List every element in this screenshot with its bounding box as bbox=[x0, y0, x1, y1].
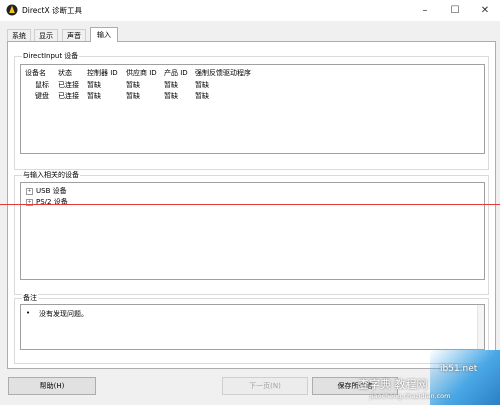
window-title: DirectX 诊断工具 bbox=[22, 6, 82, 15]
title-bar: DirectX 诊断工具 – ☐ ✕ bbox=[0, 0, 500, 21]
watermark-site: ib51.net bbox=[440, 364, 478, 374]
bullet-icon: • bbox=[26, 309, 31, 317]
tab-label: 声音 bbox=[67, 32, 81, 40]
minimize-button[interactable]: – bbox=[410, 0, 440, 21]
related-devices-tree[interactable]: + USB 设备 + PS/2 设备 bbox=[20, 182, 485, 280]
tree-item-label: USB 设备 bbox=[36, 187, 67, 195]
table-cell: 暂缺 bbox=[195, 81, 209, 89]
table-cell: 暂缺 bbox=[195, 92, 209, 100]
table-cell: 暂缺 bbox=[126, 92, 140, 100]
notes-scrollbar[interactable] bbox=[477, 305, 484, 349]
input-panel: DirectInput 设备 设备名 状态 控制器 ID 供应商 ID 产品 I… bbox=[7, 41, 496, 369]
tab-label: 显示 bbox=[39, 32, 53, 40]
table-cell: 暂缺 bbox=[164, 92, 178, 100]
expand-plus-icon[interactable]: + bbox=[26, 187, 33, 195]
directinput-group-label: DirectInput 设备 bbox=[22, 51, 80, 61]
table-cell: 暂缺 bbox=[87, 81, 101, 89]
table-cell: 已连接 bbox=[58, 92, 79, 100]
tab-input[interactable]: 输入 bbox=[90, 27, 118, 42]
table-cell: 暂缺 bbox=[87, 92, 101, 100]
table-cell: 键盘 bbox=[35, 92, 49, 100]
next-page-button[interactable]: 下一页(N) bbox=[222, 377, 308, 395]
help-button[interactable]: 帮助(H) bbox=[8, 377, 96, 395]
directinput-device-list[interactable]: 设备名 状态 控制器 ID 供应商 ID 产品 ID 强制反馈驱动程序 鼠标 已… bbox=[20, 64, 485, 154]
maximize-button[interactable]: ☐ bbox=[440, 0, 470, 21]
table-cell: 暂缺 bbox=[126, 81, 140, 89]
tree-item-usb[interactable]: + USB 设备 bbox=[26, 186, 67, 196]
watermark-brand: 查字典 教程网 bbox=[358, 378, 428, 391]
related-devices-group-label: 与输入相关的设备 bbox=[22, 170, 80, 180]
tab-label: 系统 bbox=[12, 32, 26, 40]
overlay-red-line bbox=[0, 204, 500, 205]
column-header-device-name[interactable]: 设备名 bbox=[25, 68, 46, 78]
column-header-status[interactable]: 状态 bbox=[58, 68, 72, 78]
directx-logo-icon bbox=[6, 4, 18, 16]
notes-box[interactable]: • 没有发现问题。 bbox=[20, 304, 485, 350]
column-header-product-id[interactable]: 产品 ID bbox=[164, 68, 188, 78]
tree-item-ps2[interactable]: + PS/2 设备 bbox=[26, 197, 68, 207]
notes-group-label: 备注 bbox=[22, 293, 38, 303]
column-header-vendor-id[interactable]: 供应商 ID bbox=[126, 68, 157, 78]
close-button[interactable]: ✕ bbox=[470, 0, 500, 21]
table-cell: 已连接 bbox=[58, 81, 79, 89]
table-cell: 暂缺 bbox=[164, 81, 178, 89]
column-header-force-feedback-driver[interactable]: 强制反馈驱动程序 bbox=[195, 68, 251, 78]
note-text: 没有发现问题。 bbox=[39, 310, 88, 318]
tab-label: 输入 bbox=[97, 31, 111, 39]
column-header-controller-id[interactable]: 控制器 ID bbox=[87, 68, 118, 78]
table-cell: 鼠标 bbox=[35, 81, 49, 89]
watermark-url: jiaocheng.chazidian.com bbox=[370, 392, 451, 400]
